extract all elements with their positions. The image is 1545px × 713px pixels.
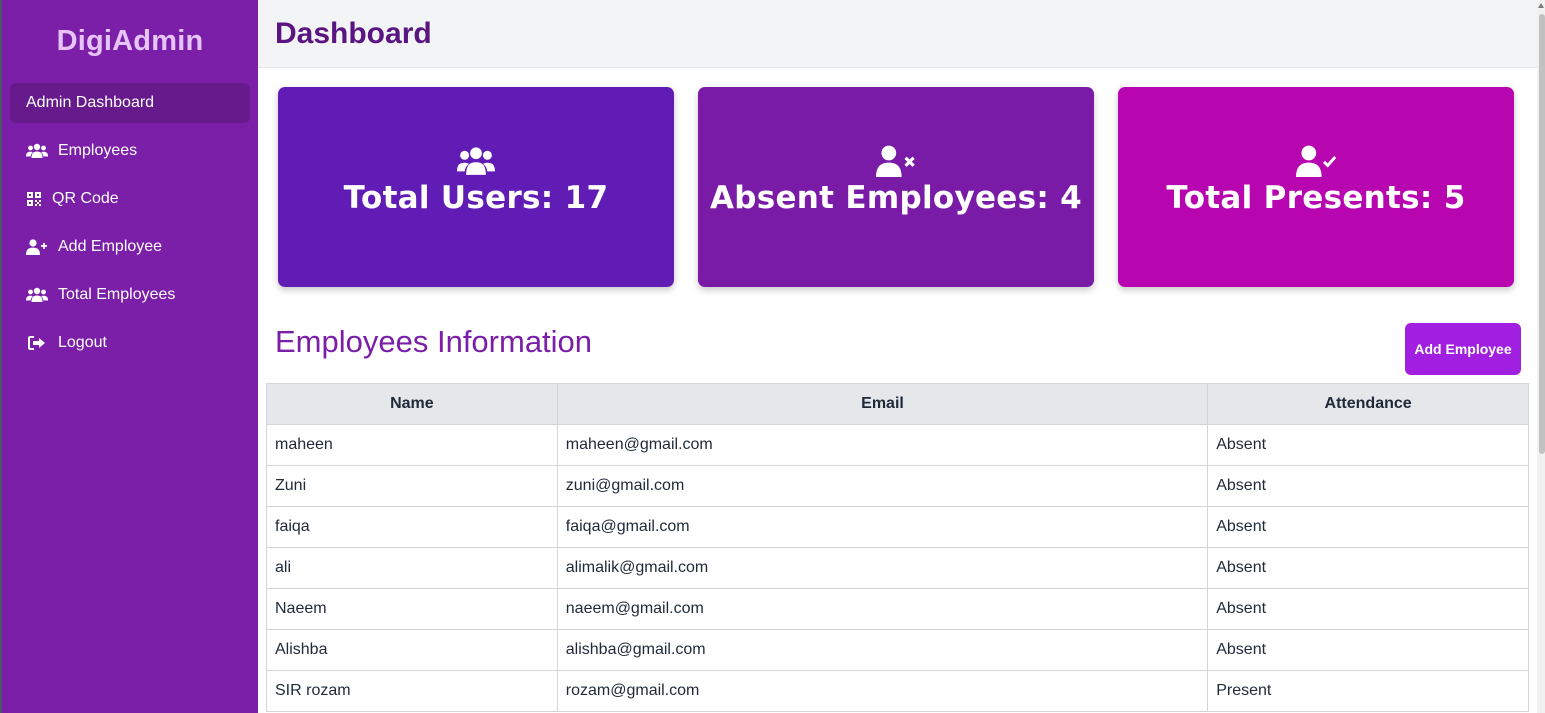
add-employee-button[interactable]: Add Employee (1405, 323, 1521, 375)
cell-name: maheen (266, 424, 558, 466)
sidebar-item-label: QR Code (52, 190, 119, 207)
stat-card-label: Total Users: 17 (343, 180, 609, 216)
sidebar-item-qr-code[interactable]: QR Code (10, 179, 250, 219)
sidebar-item-label: Logout (58, 334, 107, 351)
cell-attendance: Absent (1207, 629, 1529, 671)
cell-email: alimalik@gmail.com (556, 547, 1209, 589)
table-header-row: Name Email Attendance (266, 383, 1529, 425)
sidebar-item-logout[interactable]: Logout (10, 323, 250, 363)
sidebar-item-label: Total Employees (58, 286, 176, 303)
cell-attendance: Present (1207, 670, 1529, 712)
sidebar-nav: Admin Dashboard Employees QR Code Add Em… (10, 83, 250, 371)
sidebar-item-label: Admin Dashboard (26, 94, 155, 111)
sidebar-item-total-employees[interactable]: Total Employees (10, 275, 250, 315)
brand-logo: DigiAdmin (56, 25, 204, 57)
table-row: faiqa faiqa@gmail.com Absent (266, 506, 1529, 548)
cell-name: faiqa (266, 506, 558, 548)
cell-name: Alishba (266, 629, 558, 671)
table-row: Zuni zuni@gmail.com Absent (266, 465, 1529, 507)
stat-card-total-presents: Total Presents: 5 (1118, 87, 1514, 287)
cell-attendance: Absent (1207, 465, 1529, 507)
users-icon (26, 286, 48, 304)
users-icon (457, 144, 495, 178)
users-icon (26, 142, 48, 160)
cell-attendance: Absent (1207, 506, 1529, 548)
table-row: ali alimalik@gmail.com Absent (266, 547, 1529, 589)
scrollbar-thumb[interactable] (1539, 14, 1545, 454)
user-x-icon (876, 144, 916, 178)
cell-email: naeem@gmail.com (556, 588, 1209, 630)
cell-email: rozam@gmail.com (556, 670, 1209, 712)
table-row: Alishba alishba@gmail.com Absent (266, 629, 1529, 671)
cell-name: ali (266, 547, 558, 589)
cell-email: faiqa@gmail.com (556, 506, 1209, 548)
employees-table: Name Email Attendance maheen maheen@gmai… (266, 383, 1529, 712)
sidebar-item-label: Employees (58, 142, 138, 159)
sidebar-item-employees[interactable]: Employees (10, 131, 250, 171)
sidebar-item-admin-dashboard[interactable]: Admin Dashboard (10, 83, 250, 123)
sidebar-item-label: Add Employee (58, 238, 163, 255)
qrcode-icon (26, 190, 42, 208)
cell-attendance: Absent (1207, 547, 1529, 589)
page-title: Dashboard (275, 17, 432, 50)
user-plus-icon (26, 238, 48, 256)
user-check-icon (1296, 144, 1336, 178)
top-header: Dashboard (258, 0, 1537, 68)
column-header-email[interactable]: Email (556, 383, 1209, 425)
sidebar-item-add-employee[interactable]: Add Employee (10, 227, 250, 267)
stat-card-total-users: Total Users: 17 (278, 87, 674, 287)
stat-card-absent-employees: Absent Employees: 4 (698, 87, 1094, 287)
cell-email: zuni@gmail.com (556, 465, 1209, 507)
cell-attendance: Absent (1207, 588, 1529, 630)
scroll-up-icon[interactable] (1538, 3, 1544, 8)
cell-name: Zuni (266, 465, 558, 507)
table-row: SIR rozam rozam@gmail.com Present (266, 670, 1529, 712)
cell-name: SIR rozam (266, 670, 558, 712)
stat-card-label: Total Presents: 5 (1166, 180, 1466, 216)
column-header-attendance[interactable]: Attendance (1207, 383, 1529, 425)
column-header-name[interactable]: Name (266, 383, 558, 425)
cell-email: alishba@gmail.com (556, 629, 1209, 671)
table-row: maheen maheen@gmail.com Absent (266, 424, 1529, 466)
sidebar: DigiAdmin Admin Dashboard Employees QR C… (2, 0, 258, 713)
cell-name: Naeem (266, 588, 558, 630)
logout-icon (26, 334, 48, 352)
main-content: Total Users: 17 Absent Employees: 4 Tota… (258, 68, 1537, 713)
cell-email: maheen@gmail.com (556, 424, 1209, 466)
table-row: Naeem naeem@gmail.com Absent (266, 588, 1529, 630)
section-title: Employees Information (275, 324, 593, 359)
stat-card-label: Absent Employees: 4 (709, 180, 1083, 216)
cell-attendance: Absent (1207, 424, 1529, 466)
